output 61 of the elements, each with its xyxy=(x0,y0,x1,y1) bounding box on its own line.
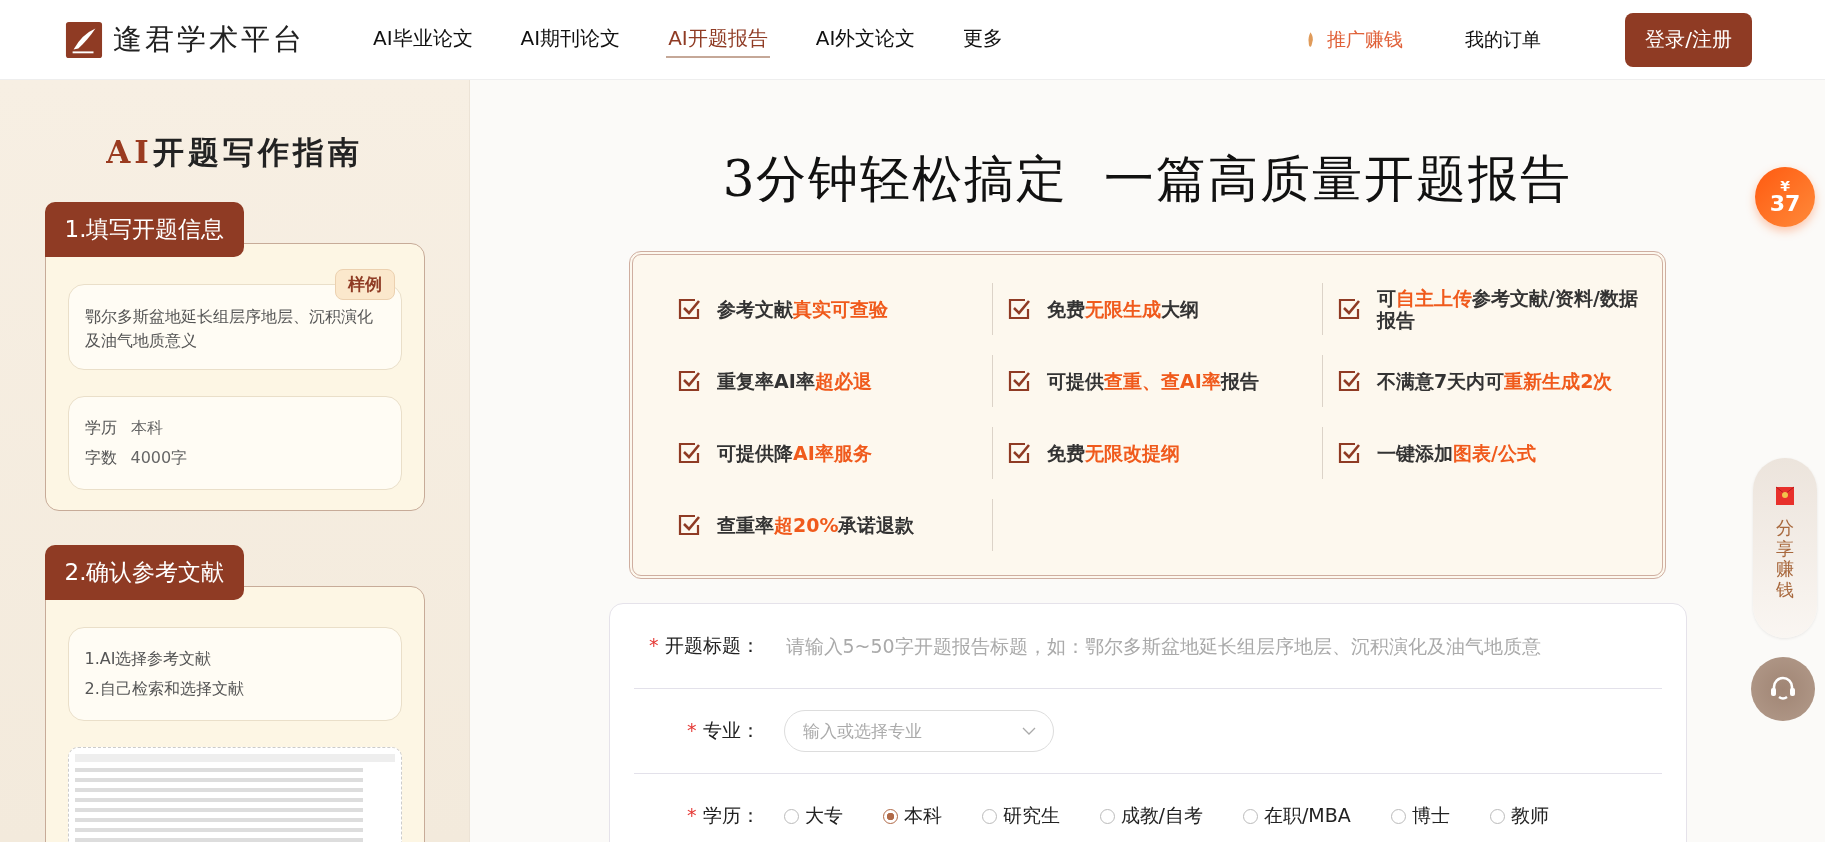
nav-tab[interactable]: 更多 xyxy=(961,21,1006,58)
login-button[interactable]: 登录/注册 xyxy=(1625,12,1752,67)
site-logo-text[interactable]: 逢君学术平台 xyxy=(113,19,305,60)
sample-tag: 样例 xyxy=(334,269,395,300)
feature-text: 参考文献真实可查验 xyxy=(717,298,888,320)
checkbox-tick-icon xyxy=(1007,441,1031,465)
feature-text: 可提供降AI率服务 xyxy=(717,442,872,464)
step-heading: 2.确认参考文献 xyxy=(44,545,245,600)
degree-radio[interactable]: 本科 xyxy=(882,803,942,829)
orders-link[interactable]: 我的订单 xyxy=(1465,26,1542,53)
checkbox-tick-icon xyxy=(677,369,701,393)
degree-radio[interactable]: 大专 xyxy=(783,803,843,829)
nav-tab[interactable]: AI毕业论文 xyxy=(371,21,475,58)
feature-text: 一键添加图表/公式 xyxy=(1377,442,1536,464)
nav-tab[interactable]: AI外文论文 xyxy=(813,21,918,58)
field-label: * 开题标题： xyxy=(648,633,760,658)
required-mark: * xyxy=(649,634,659,656)
required-mark: * xyxy=(687,719,697,741)
required-mark: * xyxy=(687,804,697,826)
field-value: 4000字 xyxy=(130,447,188,469)
checkbox-tick-icon xyxy=(677,441,701,465)
guide-title: AI开题写作指南 xyxy=(106,133,363,172)
field-label: 字数 xyxy=(84,447,117,469)
feature-text: 可自主上传参考文献/资料/数据报告 xyxy=(1377,287,1639,331)
feature-text: 可提供查重、查AI率报告 xyxy=(1047,370,1259,392)
field-label: * 学历： xyxy=(686,803,760,828)
degree-radio[interactable]: 教师 xyxy=(1489,803,1549,829)
field-value: 本科 xyxy=(130,417,163,439)
step-heading: 1.填写开题信息 xyxy=(44,202,245,257)
envelope-icon xyxy=(1775,486,1795,506)
checkbox-tick-icon xyxy=(1337,297,1361,321)
checkbox-tick-icon xyxy=(1337,369,1361,393)
checkbox-tick-icon xyxy=(677,297,701,321)
feature-text: 不满意7天内可重新生成2次 xyxy=(1377,370,1613,392)
checkbox-tick-icon xyxy=(1007,297,1031,321)
degree-radio[interactable]: 成教/自考 xyxy=(1099,803,1203,829)
feature-text: 免费无限生成大纲 xyxy=(1047,298,1199,320)
chevron-down-icon xyxy=(1021,727,1036,735)
feature-text: 查重率超20%承诺退款 xyxy=(717,514,915,536)
degree-radio[interactable]: 研究生 xyxy=(981,803,1060,829)
promote-link[interactable]: 推广赚钱 xyxy=(1306,26,1404,53)
step-line-text: 2.自己检索和选择文献 xyxy=(84,678,245,700)
major-select-field[interactable]: 输入或选择专业 xyxy=(783,710,1054,752)
share-earn-button[interactable]: 分享赚钱 xyxy=(1753,458,1817,638)
checkbox-tick-icon xyxy=(677,513,701,537)
feature-text: 重复率AI率超必退 xyxy=(717,370,872,392)
checkbox-tick-icon xyxy=(1337,441,1361,465)
feature-text: 免费无限改提纲 xyxy=(1047,442,1180,464)
title-input-field[interactable]: 请输入5~50字开题报告标题，如：鄂尔多斯盆地延长组层序地层、沉积演化及油气地质意 xyxy=(783,634,1662,658)
field-label: 学历 xyxy=(84,417,117,439)
field-label: * 专业： xyxy=(686,718,760,743)
sample-title-text: 鄂尔多斯盆地延长组层序地层、沉积演化及油气地质意义 xyxy=(84,306,374,352)
brush-logo-icon xyxy=(65,20,103,59)
nav-tab[interactable]: AI期刊论文 xyxy=(518,21,623,58)
checkbox-tick-icon xyxy=(1007,369,1031,393)
step-line-text: 1.AI选择参考文献 xyxy=(84,648,213,670)
nav-tab[interactable]: AI开题报告 xyxy=(666,21,770,58)
degree-radio[interactable]: 博士 xyxy=(1390,803,1450,829)
degree-radio[interactable]: 在职/MBA xyxy=(1242,803,1351,829)
page-headline: 3分钟轻松搞定 一篇高质量开题报告 xyxy=(722,149,1573,210)
flame-icon xyxy=(1306,31,1316,48)
